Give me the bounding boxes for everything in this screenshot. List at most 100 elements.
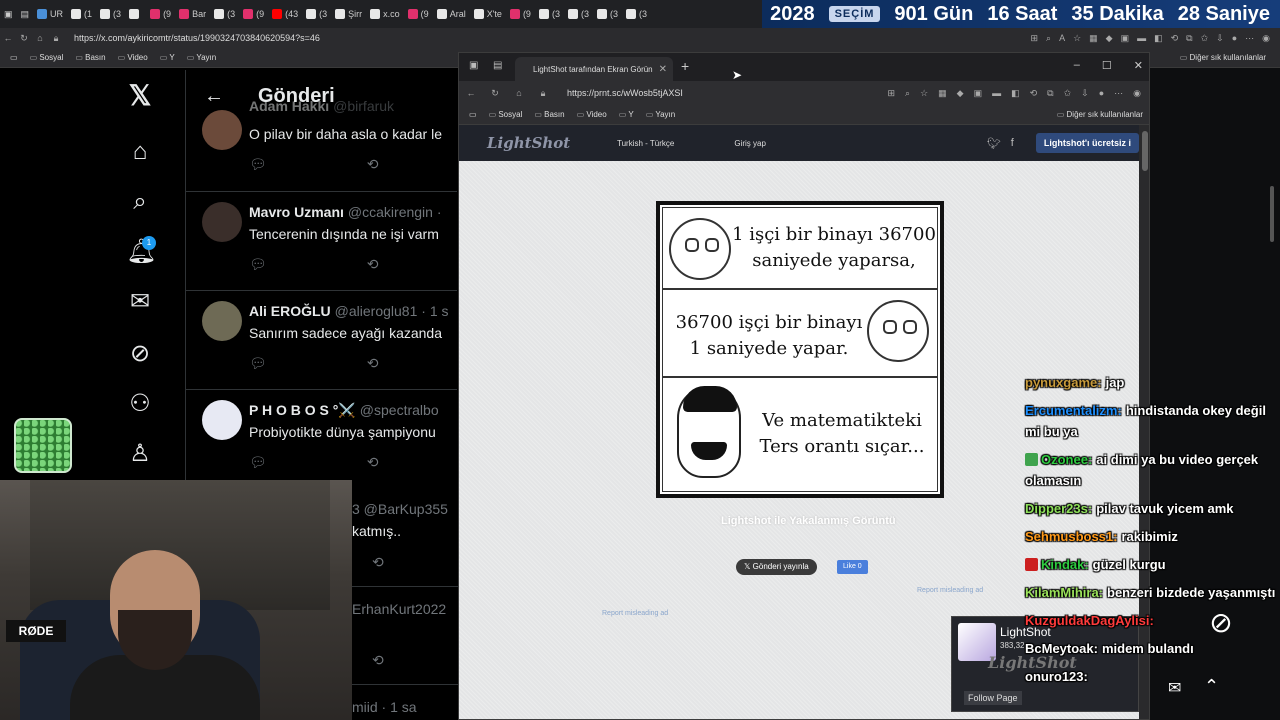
- chat-username[interactable]: pynuxgame:: [1025, 375, 1102, 390]
- browser-tab[interactable]: X'te: [470, 0, 506, 28]
- reply-post[interactable]: Adam Hakkı @birfaruk O pilav bir daha asl…: [186, 98, 457, 192]
- split-screen-icon[interactable]: ⊞: [1030, 33, 1038, 44]
- workspaces-icon[interactable]: ▣: [0, 0, 17, 28]
- browser-tab[interactable]: (1: [67, 0, 96, 28]
- extension-icon[interactable]: ◧: [1011, 88, 1020, 99]
- url-field[interactable]: https://prnt.sc/wWosb5tjAXSI: [567, 88, 683, 98]
- zoom-icon[interactable]: ⌕: [905, 88, 910, 99]
- zoom-icon[interactable]: ⌕: [1046, 33, 1051, 44]
- extensions-icon[interactable]: ⟲: [1030, 88, 1038, 99]
- report-ad-link[interactable]: Report misleading ad: [602, 610, 668, 617]
- profile-avatar[interactable]: ●: [1232, 33, 1237, 44]
- favorite-star-icon[interactable]: ☆: [1073, 33, 1081, 44]
- home-icon[interactable]: ⌂: [32, 33, 48, 43]
- browser-tab[interactable]: Şirr: [331, 0, 366, 28]
- back-icon[interactable]: ←: [459, 88, 483, 98]
- reply-icon[interactable]: 💬︎: [249, 156, 267, 173]
- repost-icon[interactable]: ⟲: [367, 256, 379, 273]
- repost-icon[interactable]: ⟲: [367, 454, 379, 471]
- home-icon[interactable]: ⌂: [507, 88, 531, 98]
- browser-tab[interactable]: (3: [564, 0, 593, 28]
- browser-tab[interactable]: (9: [404, 0, 433, 28]
- profile-avatar[interactable]: ●: [1099, 88, 1104, 99]
- chat-username[interactable]: BcMeytoak:: [1025, 641, 1098, 656]
- extensions-icon[interactable]: ⟲: [1171, 33, 1179, 44]
- collections-icon[interactable]: ⧉: [1186, 33, 1192, 44]
- language-select[interactable]: Turkish - Türkçe: [617, 139, 674, 148]
- extension-icon[interactable]: ▬: [992, 88, 1001, 99]
- extension-icon[interactable]: ▣: [1121, 33, 1130, 44]
- favorites-import-icon[interactable]: ▭: [469, 110, 477, 119]
- reply-post[interactable]: P H O B O S °⚔️ @spectralbo Probiyotikte …: [186, 390, 457, 489]
- downloads-icon[interactable]: ⇩: [1081, 88, 1089, 99]
- chat-username[interactable]: Kindak:: [1041, 557, 1089, 572]
- avatar[interactable]: [202, 400, 242, 440]
- facebook-like-button[interactable]: Like 0: [837, 560, 868, 574]
- screenshot-image[interactable]: 1 işçi bir binayı 36700 saniyede yaparsa…: [656, 201, 944, 498]
- repost-icon[interactable]: ⟲: [372, 554, 384, 571]
- browser-tab[interactable]: (9: [146, 0, 175, 28]
- browser-tab[interactable]: (3: [302, 0, 331, 28]
- tab-actions-icon[interactable]: ▤: [17, 0, 34, 28]
- download-button[interactable]: Lightshot'ı ücretsiz i: [1035, 133, 1139, 153]
- browser-tab[interactable]: x.co: [366, 0, 404, 28]
- grok-icon[interactable]: ⊘: [126, 340, 154, 368]
- settings-menu-icon[interactable]: ⋯: [1245, 33, 1254, 44]
- chat-username[interactable]: KilamMihira:: [1025, 585, 1103, 600]
- favorite-star-icon[interactable]: ☆: [920, 88, 928, 99]
- favorite-folder-yayin[interactable]: Yayın: [646, 110, 675, 119]
- browser-tab[interactable]: (3: [96, 0, 125, 28]
- share-post-button[interactable]: 𝕏 Gönderi yayınla: [736, 559, 817, 575]
- reload-icon[interactable]: ↻: [483, 88, 507, 99]
- chat-username[interactable]: KuzguldakDagAylisi:: [1025, 613, 1154, 628]
- read-aloud-icon[interactable]: A: [1059, 33, 1065, 44]
- collapse-up-icon[interactable]: ⌃: [1204, 676, 1219, 697]
- favorites-icon[interactable]: ✩: [1064, 88, 1072, 99]
- communities-icon[interactable]: ⚇: [126, 390, 154, 418]
- x-logo-icon[interactable]: 𝕏: [126, 82, 154, 110]
- favorite-folder-video[interactable]: Video: [577, 110, 606, 119]
- url-field[interactable]: https://x.com/aykiricomtr/status/1990324…: [74, 33, 320, 43]
- messages-envelope-icon[interactable]: ✉: [126, 288, 154, 316]
- reply-icon[interactable]: 💬︎: [249, 454, 267, 471]
- extension-icon[interactable]: ▦: [1089, 33, 1098, 44]
- repost-icon[interactable]: ⟲: [367, 156, 379, 173]
- repost-icon[interactable]: ⟲: [367, 355, 379, 372]
- browser-tab[interactable]: (3: [210, 0, 239, 28]
- chat-username[interactable]: Ercumentalizm:: [1025, 403, 1122, 418]
- avatar[interactable]: [202, 110, 242, 150]
- extension-icon[interactable]: ▦: [938, 88, 947, 99]
- minimize-icon[interactable]: –: [1074, 59, 1080, 72]
- follow-page-button[interactable]: Follow Page: [964, 691, 1022, 705]
- grok-icon[interactable]: ⊘: [1204, 606, 1238, 640]
- favorite-folder-basin[interactable]: Basın: [75, 53, 105, 62]
- close-tab-icon[interactable]: ✕: [659, 64, 667, 75]
- favorite-folder-video[interactable]: Video: [118, 53, 147, 62]
- reply-post[interactable]: Ali EROĞLU @alieroglu81 · 1 s Sanırım sad…: [186, 291, 457, 390]
- reply-icon[interactable]: 💬︎: [249, 256, 267, 273]
- chat-username[interactable]: onuro123:: [1025, 669, 1088, 684]
- downloads-icon[interactable]: ⇩: [1216, 33, 1224, 44]
- back-icon[interactable]: ←: [0, 33, 16, 43]
- chat-username[interactable]: Dipper23s:: [1025, 501, 1092, 516]
- close-window-icon[interactable]: ✕: [1134, 59, 1143, 72]
- search-icon[interactable]: ⌕: [126, 188, 154, 216]
- tab-lightshot[interactable]: LightShot tarafından Ekran Görün ✕: [515, 57, 673, 81]
- browser-tab[interactable]: (3: [593, 0, 622, 28]
- avatar[interactable]: [202, 202, 242, 242]
- favorites-icon[interactable]: ✩: [1201, 33, 1209, 44]
- new-tab-icon[interactable]: +: [681, 58, 689, 74]
- tab-actions-icon[interactable]: ▤: [493, 60, 502, 71]
- collections-icon[interactable]: ⧉: [1047, 88, 1053, 99]
- extension-icon[interactable]: ◧: [1154, 33, 1163, 44]
- chat-username[interactable]: Ozonee:: [1041, 452, 1092, 467]
- reply-icon[interactable]: 💬︎: [249, 355, 267, 372]
- scrollbar-thumb[interactable]: [1270, 186, 1274, 242]
- browser-tab[interactable]: (43: [268, 0, 302, 28]
- other-favorites[interactable]: Diğer sık kullanılanlar: [1180, 53, 1280, 62]
- favorite-folder-yayin[interactable]: Yayın: [187, 53, 216, 62]
- reply-post[interactable]: Mavro Uzmanı @ccakirengin · Tencerenin dı…: [186, 192, 457, 291]
- scrollbar-thumb[interactable]: [1142, 131, 1148, 171]
- browser-tab[interactable]: Bar: [175, 0, 210, 28]
- login-link[interactable]: Giriş yap: [734, 139, 766, 148]
